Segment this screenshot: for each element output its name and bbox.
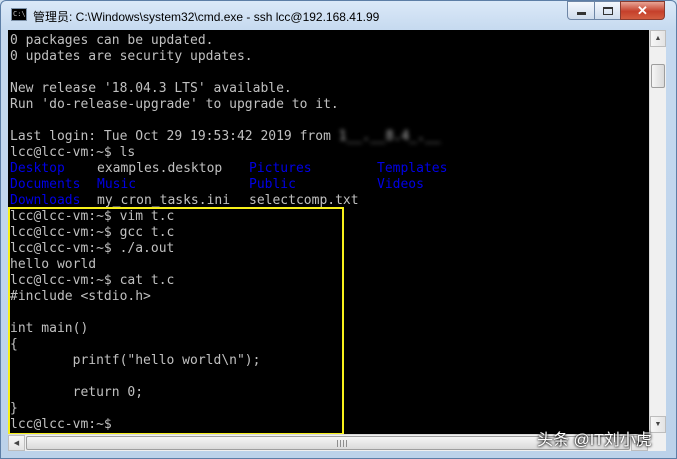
maximize-icon <box>602 6 613 15</box>
last-login-text: Last login: Tue Oct 29 19:53:42 2019 fro… <box>10 129 339 144</box>
watermark-text: 头条 @IT刘小虎 <box>537 432 652 449</box>
ls-entry-directory: Templates <box>377 161 448 176</box>
terminal-line: lcc@lcc-vm:~$ vim t.c <box>10 209 175 224</box>
scroll-down-button[interactable]: ▼ <box>650 416 666 433</box>
scroll-up-button[interactable]: ▲ <box>650 30 666 47</box>
window-title: 管理员: C:\Windows\system32\cmd.exe - ssh l… <box>33 10 380 24</box>
terminal-line: printf("hello world\n"); <box>10 353 261 368</box>
terminal-line: int main() <box>10 321 89 336</box>
vertical-scrollbar[interactable]: ▲ ▼ <box>649 30 666 434</box>
close-icon: ✕ <box>637 2 648 18</box>
terminal-output[interactable]: 0 packages can be updated. 0 updates are… <box>8 30 649 451</box>
terminal-line-last-login: Last login: Tue Oct 29 19:53:42 2019 fro… <box>10 129 440 145</box>
ls-entry-directory: Documents <box>10 177 81 192</box>
left-arrow-icon: ◀ <box>13 440 20 447</box>
ls-entry-directory: Public <box>249 177 296 192</box>
terminal-line: { <box>10 337 18 352</box>
ls-entry-file: examples.desktop <box>97 161 223 176</box>
terminal-line: lcc@lcc-vm:~$ ls <box>10 145 136 160</box>
grip-icon <box>337 440 347 447</box>
ls-row: Desktop examples.desktop Pictures Templa… <box>10 161 610 177</box>
scroll-left-button[interactable]: ◀ <box>8 435 25 451</box>
up-arrow-icon: ▲ <box>654 35 662 42</box>
terminal-line: 0 updates are security updates. <box>10 49 253 64</box>
ls-entry-file: selectcomp.txt <box>249 193 359 208</box>
close-button[interactable]: ✕ <box>620 1 665 20</box>
ls-row: Documents Music Public Videos <box>10 177 610 193</box>
terminal-line: lcc@lcc-vm:~$ gcc t.c <box>10 225 175 240</box>
ls-entry-directory: Music <box>97 177 137 192</box>
terminal-line: #include <stdio.h> <box>10 289 151 304</box>
ls-entry-file: my_cron_tasks.ini <box>97 193 231 208</box>
minimize-button[interactable] <box>567 1 595 20</box>
console-app-icon[interactable]: C:\ <box>11 8 27 21</box>
terminal-line: Run 'do-release-upgrade' to upgrade to i… <box>10 97 339 112</box>
ls-row: Downloads my_cron_tasks.ini selectcomp.t… <box>10 193 610 209</box>
blurred-ip-address: 1__.__8.4_.__ <box>338 129 441 144</box>
down-arrow-icon: ▼ <box>654 421 662 428</box>
vertical-scroll-thumb[interactable] <box>651 64 665 88</box>
terminal-line: hello world <box>10 257 97 272</box>
maximize-button[interactable] <box>594 1 621 20</box>
terminal-line: 0 packages can be updated. <box>10 33 214 48</box>
terminal-line: New release '18.04.3 LTS' available. <box>10 81 292 96</box>
ls-entry-directory: Desktop <box>10 161 65 176</box>
terminal-prompt: lcc@lcc-vm:~$ <box>10 417 112 432</box>
terminal-line: } <box>10 401 18 416</box>
terminal-line: lcc@lcc-vm:~$ ./a.out <box>10 241 175 256</box>
title-bar[interactable]: C:\ 管理员: C:\Windows\system32\cmd.exe - s… <box>1 1 676 31</box>
ls-entry-directory: Pictures <box>249 161 312 176</box>
ls-entry-directory: Downloads <box>10 193 81 208</box>
ls-entry-directory: Videos <box>377 177 424 192</box>
terminal-line: lcc@lcc-vm:~$ cat t.c <box>10 273 175 288</box>
terminal-line: return 0; <box>10 385 144 400</box>
minimize-icon <box>576 12 586 15</box>
